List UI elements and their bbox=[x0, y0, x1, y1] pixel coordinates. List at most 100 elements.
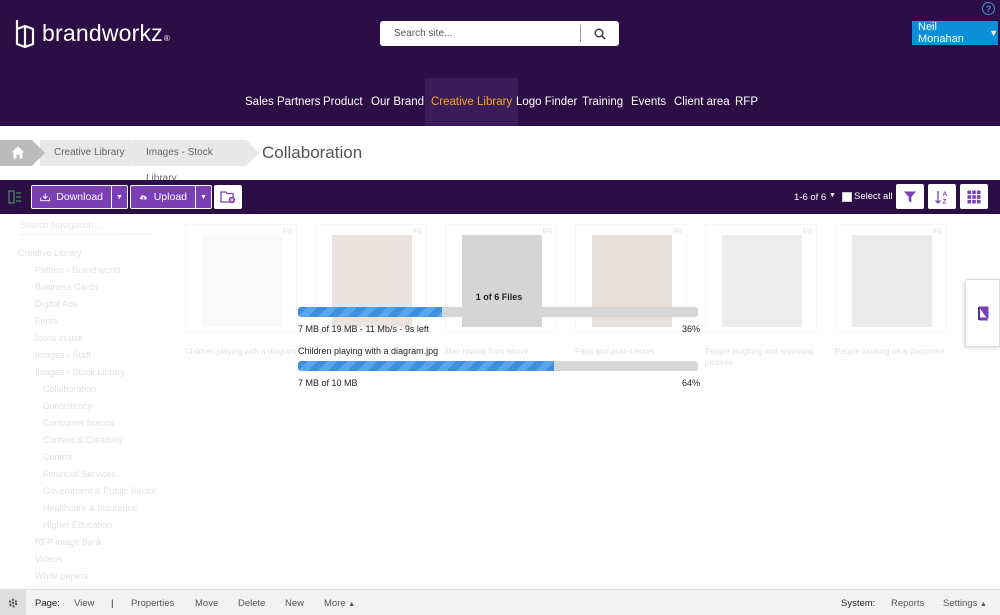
nav-client-area[interactable]: Client area bbox=[674, 78, 730, 126]
tree-item[interactable]: Business Cards bbox=[35, 282, 98, 292]
grid-view-icon bbox=[967, 190, 981, 203]
reports-link[interactable]: Reports bbox=[891, 598, 924, 609]
file-progress-percent: 64% bbox=[681, 378, 700, 388]
files-count: 1 of 6 Files bbox=[475, 292, 523, 302]
new-folder-button[interactable] bbox=[214, 185, 242, 209]
tree-item[interactable]: Fonts bbox=[35, 316, 58, 326]
asset-title: People laughing and reviewing pictures bbox=[705, 347, 814, 367]
search-icon bbox=[594, 28, 606, 40]
home-icon bbox=[11, 146, 25, 159]
system-label: System: bbox=[841, 598, 876, 609]
tree-item[interactable]: Government & Public Sector bbox=[43, 486, 157, 496]
nav-training[interactable]: Training bbox=[582, 78, 623, 126]
upload-button[interactable]: Upload bbox=[131, 186, 195, 208]
file-type-badge: jpg bbox=[412, 227, 422, 234]
nav-logo-finder[interactable]: Logo Finder bbox=[516, 78, 577, 126]
main-nav: Sales Partners Product Our Brand Creativ… bbox=[0, 78, 1000, 126]
upload-progress-panel: 1 of 6 Files 7 MB of 19 MB - 11 Mb/s - 9… bbox=[298, 292, 700, 388]
select-all-control[interactable]: Select all bbox=[842, 191, 893, 202]
tree-item[interactable]: Icons in use bbox=[35, 333, 83, 343]
tree-item[interactable]: Videos bbox=[35, 554, 62, 564]
tree-item[interactable]: Pattern - Brand world bbox=[35, 265, 120, 275]
svg-text:Z: Z bbox=[943, 198, 947, 205]
tree-item[interactable]: Consistency bbox=[43, 401, 92, 411]
delete-link[interactable]: Delete bbox=[238, 598, 265, 609]
file-type-badge: jpg bbox=[932, 227, 942, 234]
library-toolbar: Download ▼ Upload ▼ 1-6 of 6 ▼ Select al… bbox=[0, 180, 1000, 214]
nav-our-brand[interactable]: Our Brand bbox=[371, 78, 424, 126]
results-count-caret-icon[interactable]: ▼ bbox=[829, 192, 836, 199]
asset-card[interactable]: jpg People working on a document bbox=[835, 224, 955, 357]
more-menu[interactable]: More ▲ bbox=[324, 598, 355, 609]
download-button-group: Download ▼ bbox=[31, 185, 128, 209]
tree-item[interactable]: Digital Ads bbox=[35, 299, 78, 309]
brand-logo[interactable]: brandworkz ® bbox=[14, 18, 170, 48]
breadcrumb-images-stock-library[interactable]: Images - Stock Library bbox=[132, 140, 261, 184]
page-title: Collaboration bbox=[262, 143, 363, 162]
settings-gear-button[interactable] bbox=[0, 590, 26, 615]
asset-thumbnail bbox=[202, 235, 282, 327]
results-count: 1-6 of 6 bbox=[794, 192, 827, 203]
gear-icon bbox=[8, 598, 18, 608]
file-progress-row: 7 MB of 10 MB 64% bbox=[298, 378, 700, 388]
nav-rfp[interactable]: RFP bbox=[735, 78, 758, 126]
site-header: brandworkz ® ? Neil Monahan ▼ Sales Part… bbox=[0, 0, 1000, 126]
caret-down-icon: ▼ bbox=[989, 28, 998, 38]
tree-toggle-icon[interactable] bbox=[8, 190, 22, 204]
tree-item[interactable]: Healthcare & Insurance bbox=[43, 503, 137, 513]
asset-thumbnail-frame: jpg bbox=[185, 224, 297, 332]
tree-item[interactable]: Consumer brands bbox=[43, 418, 115, 428]
search-input[interactable] bbox=[380, 21, 580, 46]
breadcrumb-creative-library[interactable]: Creative Library bbox=[40, 140, 145, 166]
upload-dropdown[interactable]: ▼ bbox=[195, 186, 211, 208]
tree-item[interactable]: Images - Stock Library bbox=[35, 367, 125, 377]
settings-label: Settings bbox=[943, 598, 978, 609]
settings-menu[interactable]: Settings ▲ bbox=[943, 598, 987, 609]
folder-add-icon bbox=[220, 191, 236, 204]
bottom-separator: | bbox=[111, 598, 114, 609]
download-dropdown[interactable]: ▼ bbox=[111, 186, 127, 208]
caret-up-icon: ▲ bbox=[979, 601, 987, 608]
tree-item[interactable]: Images - Staff bbox=[35, 350, 91, 360]
filter-button[interactable] bbox=[896, 184, 924, 209]
side-panel-tab[interactable] bbox=[965, 279, 1000, 347]
tree-item[interactable]: Content & Creativity bbox=[43, 435, 123, 445]
nav-sales-partners[interactable]: Sales Partners bbox=[245, 78, 320, 126]
move-link[interactable]: Move bbox=[195, 598, 218, 609]
properties-link[interactable]: Properties bbox=[131, 598, 174, 609]
tree-item[interactable]: RFP image bank bbox=[35, 537, 102, 547]
sort-button[interactable]: A Z bbox=[928, 184, 956, 209]
select-all-label: Select all bbox=[854, 191, 893, 202]
nav-creative-library[interactable]: Creative Library bbox=[425, 78, 519, 126]
view-link[interactable]: View bbox=[74, 598, 94, 609]
admin-bottom-bar: Page: View | Properties Move Delete New … bbox=[0, 589, 1000, 615]
tree-item[interactable]: Creative Library bbox=[18, 248, 82, 258]
tree-item[interactable]: White papers bbox=[35, 571, 88, 581]
tree-item[interactable]: Financial Services bbox=[43, 469, 116, 479]
download-button[interactable]: Download bbox=[32, 186, 111, 208]
nav-events[interactable]: Events bbox=[631, 78, 666, 126]
asset-card[interactable]: jpg Children playing with a diagram bbox=[185, 224, 305, 357]
grid-view-button[interactable] bbox=[960, 184, 988, 209]
tree-item[interactable]: Higher Education bbox=[43, 520, 112, 530]
file-type-badge: jpg bbox=[542, 227, 552, 234]
nav-product[interactable]: Product bbox=[323, 78, 363, 126]
user-menu-button[interactable]: Neil Monahan ▼ bbox=[912, 21, 998, 45]
brandworkz-logo-icon bbox=[15, 20, 35, 48]
new-link[interactable]: New bbox=[285, 598, 304, 609]
search-button[interactable] bbox=[581, 21, 619, 46]
asset-card[interactable]: jpg People laughing and reviewing pictur… bbox=[705, 224, 825, 368]
overall-progress-fill bbox=[298, 307, 442, 317]
breadcrumb-home[interactable] bbox=[0, 140, 45, 166]
tree-item[interactable]: Control bbox=[43, 452, 72, 462]
page-label: Page: bbox=[35, 598, 60, 609]
brand-name: brandworkz bbox=[42, 19, 163, 46]
help-icon[interactable]: ? bbox=[982, 2, 995, 15]
overall-progress-row: 7 MB of 19 MB - 11 Mb/s - 9s left 36% bbox=[298, 324, 700, 334]
brand-registered-mark: ® bbox=[163, 33, 170, 43]
search-navigation-input[interactable]: Search Navigation... bbox=[20, 220, 152, 235]
tree-item[interactable]: Collaboration bbox=[43, 384, 96, 394]
select-all-checkbox[interactable] bbox=[842, 191, 852, 202]
asset-thumbnail-frame: jpg bbox=[835, 224, 947, 332]
breadcrumb: Creative Library Images - Stock Library bbox=[0, 126, 1000, 184]
